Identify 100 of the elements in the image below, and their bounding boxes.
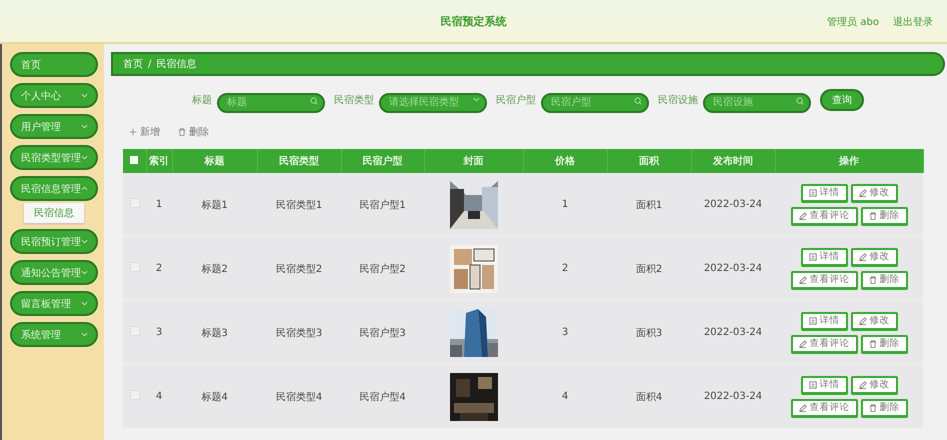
search-field[interactable]: 民宿设施: [703, 92, 811, 112]
comments-button[interactable]: 查看评论: [790, 206, 858, 226]
table-cell: 2022-03-24: [691, 364, 775, 428]
trash-icon: [868, 404, 876, 412]
table-cell: 民宿户型4: [341, 364, 424, 428]
pen-icon: [798, 404, 806, 412]
filter-label: 标题: [192, 94, 212, 107]
table-cell: 3: [146, 300, 172, 364]
details-button[interactable]: 详情: [800, 376, 848, 394]
table-cell: 面积3: [607, 300, 691, 364]
table-cell: 民宿类型2: [257, 236, 341, 300]
document-icon: [808, 380, 816, 388]
filter-label: 民宿户型: [496, 94, 536, 107]
chevron-icon: [81, 301, 88, 306]
table-cell: 民宿类型3: [257, 300, 341, 364]
sidebar-item[interactable]: 首页: [10, 52, 98, 77]
table-cell: 3: [523, 300, 607, 364]
breadcrumb-link[interactable]: 民宿信息: [156, 57, 196, 71]
table-cell: 1: [523, 173, 607, 236]
pen-icon: [858, 380, 866, 388]
table-cell: 面积4: [607, 364, 691, 428]
sidebar-item[interactable]: 系统管理: [10, 322, 98, 347]
details-button[interactable]: 详情: [800, 312, 848, 330]
delete-button[interactable]: 删除: [860, 334, 908, 354]
edit-button[interactable]: 修改: [850, 376, 898, 394]
trash-icon: [868, 340, 876, 348]
chevron-icon: [81, 93, 88, 98]
column-header: 索引: [146, 149, 172, 173]
filter-label: 民宿类型: [334, 94, 374, 107]
comments-button[interactable]: 查看评论: [790, 398, 858, 418]
table-cell: 1: [146, 173, 172, 236]
edit-button[interactable]: 修改: [850, 312, 898, 330]
column-header: 价格: [523, 149, 607, 173]
table-cell: 2022-03-24: [691, 173, 775, 236]
search-field[interactable]: 民宿户型: [541, 92, 649, 112]
document-icon: [808, 188, 816, 196]
table-cell: 面积1: [607, 173, 691, 236]
pen-icon: [858, 316, 866, 324]
trash-icon: [178, 128, 186, 136]
column-header: 标题: [172, 149, 257, 173]
app-title: 民宿预定系统: [440, 14, 506, 28]
sidebar-item[interactable]: 用户管理: [10, 114, 98, 139]
chevron-icon: [81, 124, 88, 129]
table-cell: 民宿户型1: [341, 173, 424, 236]
edit-button[interactable]: 修改: [850, 248, 898, 266]
search-button[interactable]: 查询: [820, 89, 864, 111]
delete-button[interactable]: 删除: [178, 123, 209, 141]
table-cell: 民宿户型3: [341, 300, 424, 364]
column-header: 面积: [607, 149, 691, 173]
table-cell: 4: [523, 364, 607, 428]
table-cell: 标题1: [172, 173, 257, 236]
column-header: 操作: [775, 149, 923, 173]
submenu-item[interactable]: 民宿信息: [24, 203, 84, 223]
add-button[interactable]: 新增: [129, 123, 160, 141]
table-cell: 2022-03-24: [691, 300, 775, 364]
breadcrumb-link[interactable]: 首页: [123, 57, 143, 71]
chevron-icon: [81, 155, 88, 160]
details-button[interactable]: 详情: [800, 248, 848, 266]
chevron-icon: [81, 239, 88, 244]
delete-button[interactable]: 删除: [860, 206, 908, 226]
search-icon: [310, 97, 318, 105]
user-name: 管理员 abo: [827, 16, 879, 29]
pen-icon: [858, 188, 866, 196]
pen-icon: [798, 276, 806, 284]
sidebar-item[interactable]: 民宿信息管理: [10, 176, 98, 201]
table-cell: 标题4: [172, 364, 257, 428]
pen-icon: [798, 340, 806, 348]
breadcrumb-separator: /: [148, 58, 152, 70]
search-field[interactable]: 标题: [217, 92, 325, 112]
delete-button[interactable]: 删除: [860, 398, 908, 418]
delete-button[interactable]: 删除: [860, 270, 908, 290]
filter-label: 民宿设施: [658, 94, 698, 107]
comments-button[interactable]: 查看评论: [790, 270, 858, 290]
pen-icon: [858, 252, 866, 260]
sidebar-item[interactable]: 民宿预订管理: [10, 229, 98, 254]
table-cell: 4: [146, 364, 172, 428]
table-cell: 面积2: [607, 236, 691, 300]
table-cell: 2: [523, 236, 607, 300]
search-icon: [796, 97, 804, 105]
table-cell: 民宿类型1: [257, 173, 341, 236]
comments-button[interactable]: 查看评论: [790, 334, 858, 354]
table-cell: 标题3: [172, 300, 257, 364]
sidebar-item[interactable]: 通知公告管理: [10, 260, 98, 285]
table-cell: 民宿类型4: [257, 364, 341, 428]
table-cell: 标题2: [172, 236, 257, 300]
logout-link[interactable]: 退出登录: [893, 15, 933, 29]
select-field[interactable]: 请选择民宿类型: [379, 92, 487, 112]
sidebar-item[interactable]: 留言板管理: [10, 291, 98, 316]
column-header: 民宿户型: [341, 149, 424, 173]
table-cell: 民宿户型2: [341, 236, 424, 300]
column-header: 发布时间: [691, 149, 775, 173]
document-icon: [808, 252, 816, 260]
details-button[interactable]: 详情: [800, 184, 848, 202]
checkbox[interactable]: [130, 156, 138, 164]
edit-button[interactable]: 修改: [850, 184, 898, 202]
trash-icon: [868, 212, 876, 220]
chevron-icon: [81, 186, 88, 191]
chevron-icon: [81, 270, 88, 275]
sidebar-item[interactable]: 民宿类型管理: [10, 145, 98, 170]
sidebar-item[interactable]: 个人中心: [10, 83, 98, 108]
